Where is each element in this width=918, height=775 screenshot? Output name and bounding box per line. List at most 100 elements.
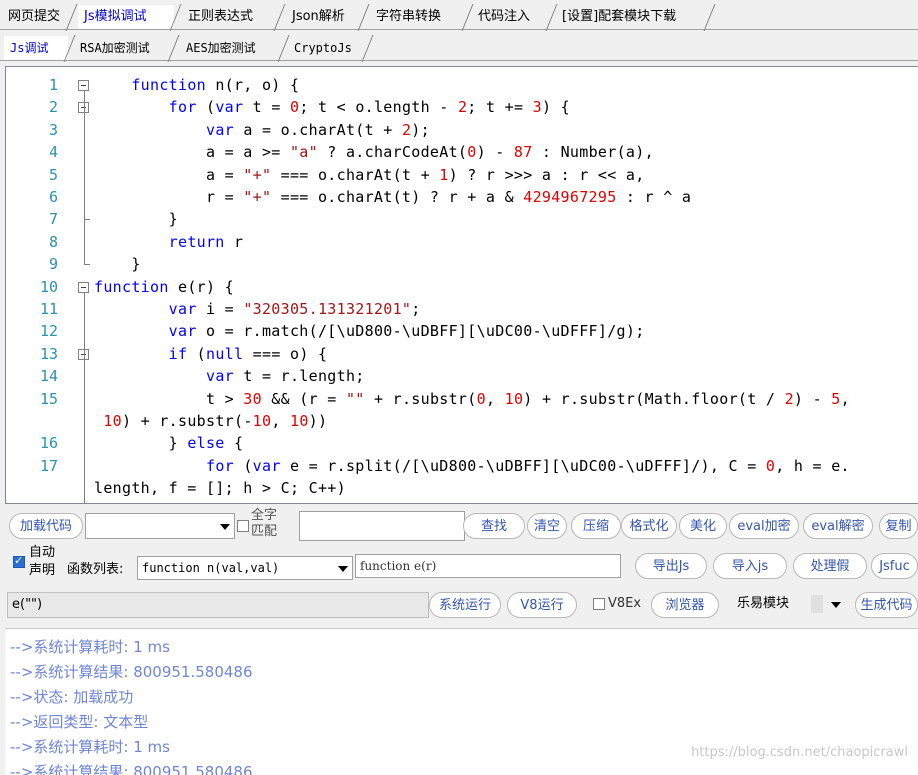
code-line: function e(r) { (94, 277, 234, 296)
tab-label: AES加密测试 (186, 41, 256, 55)
line-number: 11 (39, 300, 58, 318)
line-number: 5 (48, 165, 58, 184)
code-line: return r (168, 232, 244, 251)
module-combo[interactable]: 乐易模块 (733, 592, 845, 618)
run-v8-button[interactable]: V8运行 (507, 592, 577, 618)
output-line: -->返回类型: 文本型 (10, 713, 149, 731)
code-line: for (var t = 0; t < o.length - 2; t += 3… (168, 98, 570, 117)
tab-label: 正则表达式 (188, 9, 254, 24)
browser-button[interactable]: 浏览器 (651, 592, 719, 618)
v8ex-label: V8Ex (608, 596, 642, 611)
call-expression-input[interactable]: e("") (7, 592, 429, 618)
line-number: 12 (39, 322, 58, 341)
func-list-combo[interactable]: function n(val,val) (137, 556, 353, 580)
tab-label: 代码注入 (478, 9, 531, 24)
func-list-value: function n(val,val) (142, 561, 280, 575)
fold-end-marker (84, 219, 90, 221)
whole-word-checkbox[interactable] (237, 520, 249, 532)
func-input[interactable]: function e(r) (355, 554, 621, 578)
line-number: 6 (48, 188, 58, 206)
line-number: 3 (48, 120, 58, 139)
fold-guide (84, 359, 85, 503)
module-value: 乐易模块 (737, 596, 790, 611)
line-number: 10 (39, 277, 58, 296)
line-number: 9 (48, 255, 58, 274)
tab-label: Js调试 (10, 41, 49, 55)
fold-toggle-icon[interactable] (78, 80, 89, 91)
whole-word-label: 全字 匹配 (251, 508, 278, 539)
find-button[interactable]: 查找 (463, 513, 525, 539)
export-js-button[interactable]: 导出Js (635, 553, 707, 579)
subtab-aes[interactable]: AES加密测试 (180, 36, 282, 60)
tab-js-debug[interactable]: Js模拟调试 (78, 5, 174, 29)
code-line: 10) + r.substr(-10, 10)) (103, 412, 328, 430)
tab-label: Js模拟调试 (84, 9, 147, 24)
format-button[interactable]: 格式化 (621, 513, 677, 539)
copy-button[interactable]: 复制 (879, 513, 918, 539)
subtab-js-debug[interactable]: Js调试 (4, 36, 68, 60)
tab-label: 网页提交 (8, 9, 61, 24)
jsfuck-button[interactable]: Jsfuc (871, 553, 918, 579)
output-log[interactable]: -->系统计算结果: 800951.580486 -->系统计算耗时: 1 ms -… (5, 628, 918, 775)
tab-code-inject[interactable]: 代码注入 (472, 5, 550, 29)
code-line: var t = r.length; (205, 367, 365, 386)
code-line: r = "+" === o.charAt(t) ? r + a & 429496… (94, 188, 692, 206)
line-number: 7 (48, 210, 58, 229)
run-system-button[interactable]: 系统运行 (429, 592, 501, 618)
import-js-button[interactable]: 导入js (713, 553, 787, 579)
tab-label: RSA加密测试 (80, 41, 150, 55)
line-number: 1 (48, 76, 58, 94)
tab-web-submit[interactable]: 网页提交 (2, 5, 70, 29)
tab-string-convert[interactable]: 字符串转换 (370, 5, 466, 29)
code-line: } else { (94, 434, 244, 453)
code-line: } (94, 255, 141, 274)
output-line: -->系统计算结果: 800951.580486 (10, 763, 253, 775)
code-line: t > 30 && (r = "" + r.substr(0, 10) + r.… (94, 389, 850, 408)
subtab-rsa[interactable]: RSA加密测试 (74, 36, 172, 60)
compress-button[interactable]: 压缩 (571, 513, 621, 539)
eval-decrypt-button[interactable]: eval解密 (803, 513, 873, 539)
tab-settings-download[interactable]: [设置]配套模块下载 (556, 5, 708, 29)
auto-declare-checkbox[interactable] (13, 554, 25, 568)
func-list-label: 函数列表: (67, 562, 124, 577)
code-line: a = a >= "a" ? a.charCodeAt(0) - 87 : Nu… (94, 143, 654, 162)
code-line: } (94, 210, 178, 229)
output-line: -->系统计算耗时: 1 ms (10, 638, 170, 656)
code-editor[interactable]: 1 function n(r, o) {2 for (var t = 0; t … (5, 66, 918, 504)
v8ex-checkbox[interactable] (593, 598, 605, 610)
line-number: 8 (48, 232, 58, 251)
code-source-combo[interactable] (85, 513, 235, 539)
generate-code-button[interactable]: 生成代码 (855, 592, 918, 618)
fold-end-marker (84, 264, 90, 266)
tool-panel: 加载代码 全字 匹配 查找 清空 压缩 格式化 美化 eval加密 eval解密 … (5, 505, 918, 625)
output-line: -->系统计算结果: 800951.580486 (10, 663, 253, 681)
code-line: var a = o.charAt(t + 2); (205, 120, 430, 139)
line-number: 4 (48, 143, 58, 162)
code-line: function n(r, o) { (131, 76, 300, 94)
line-number: 14 (39, 367, 58, 386)
tab-regex[interactable]: 正则表达式 (182, 5, 278, 29)
search-input[interactable] (299, 511, 465, 541)
line-number: 17 (39, 456, 58, 475)
code-line: var i = "320305.131321201"; (168, 300, 421, 318)
tab-label: Json解析 (292, 9, 345, 24)
auto-declare-label: 自动 声明 (29, 545, 56, 578)
code-line: length, f = []; h > C; C++) (94, 479, 346, 498)
main-tab-bar: 网页提交 Js模拟调试 正则表达式 Json解析 字符串转换 代码注入 [设置]… (0, 3, 918, 30)
code-line: a = "+" === o.charAt(t + 1) ? r >>> a : … (94, 165, 645, 184)
fold-guide (84, 91, 85, 265)
code-line: if (null === o) { (168, 344, 328, 363)
clear-button[interactable]: 清空 (527, 513, 567, 539)
line-number: 13 (39, 344, 58, 363)
eval-encrypt-button[interactable]: eval加密 (729, 513, 799, 539)
fold-toggle-icon[interactable] (78, 281, 89, 293)
subtab-cryptojs[interactable]: CryptoJs (288, 36, 366, 60)
watermark: https://blog.csdn.net/chaopicrawl (691, 745, 908, 760)
load-code-button[interactable]: 加载代码 (9, 513, 83, 539)
tab-json[interactable]: Json解析 (286, 5, 362, 29)
beautify-button[interactable]: 美化 (679, 513, 727, 539)
line-number: 15 (39, 389, 58, 408)
process-fake-button[interactable]: 处理假 (793, 553, 867, 579)
tab-label: [设置]配套模块下载 (562, 9, 677, 24)
line-number: 16 (39, 434, 58, 453)
